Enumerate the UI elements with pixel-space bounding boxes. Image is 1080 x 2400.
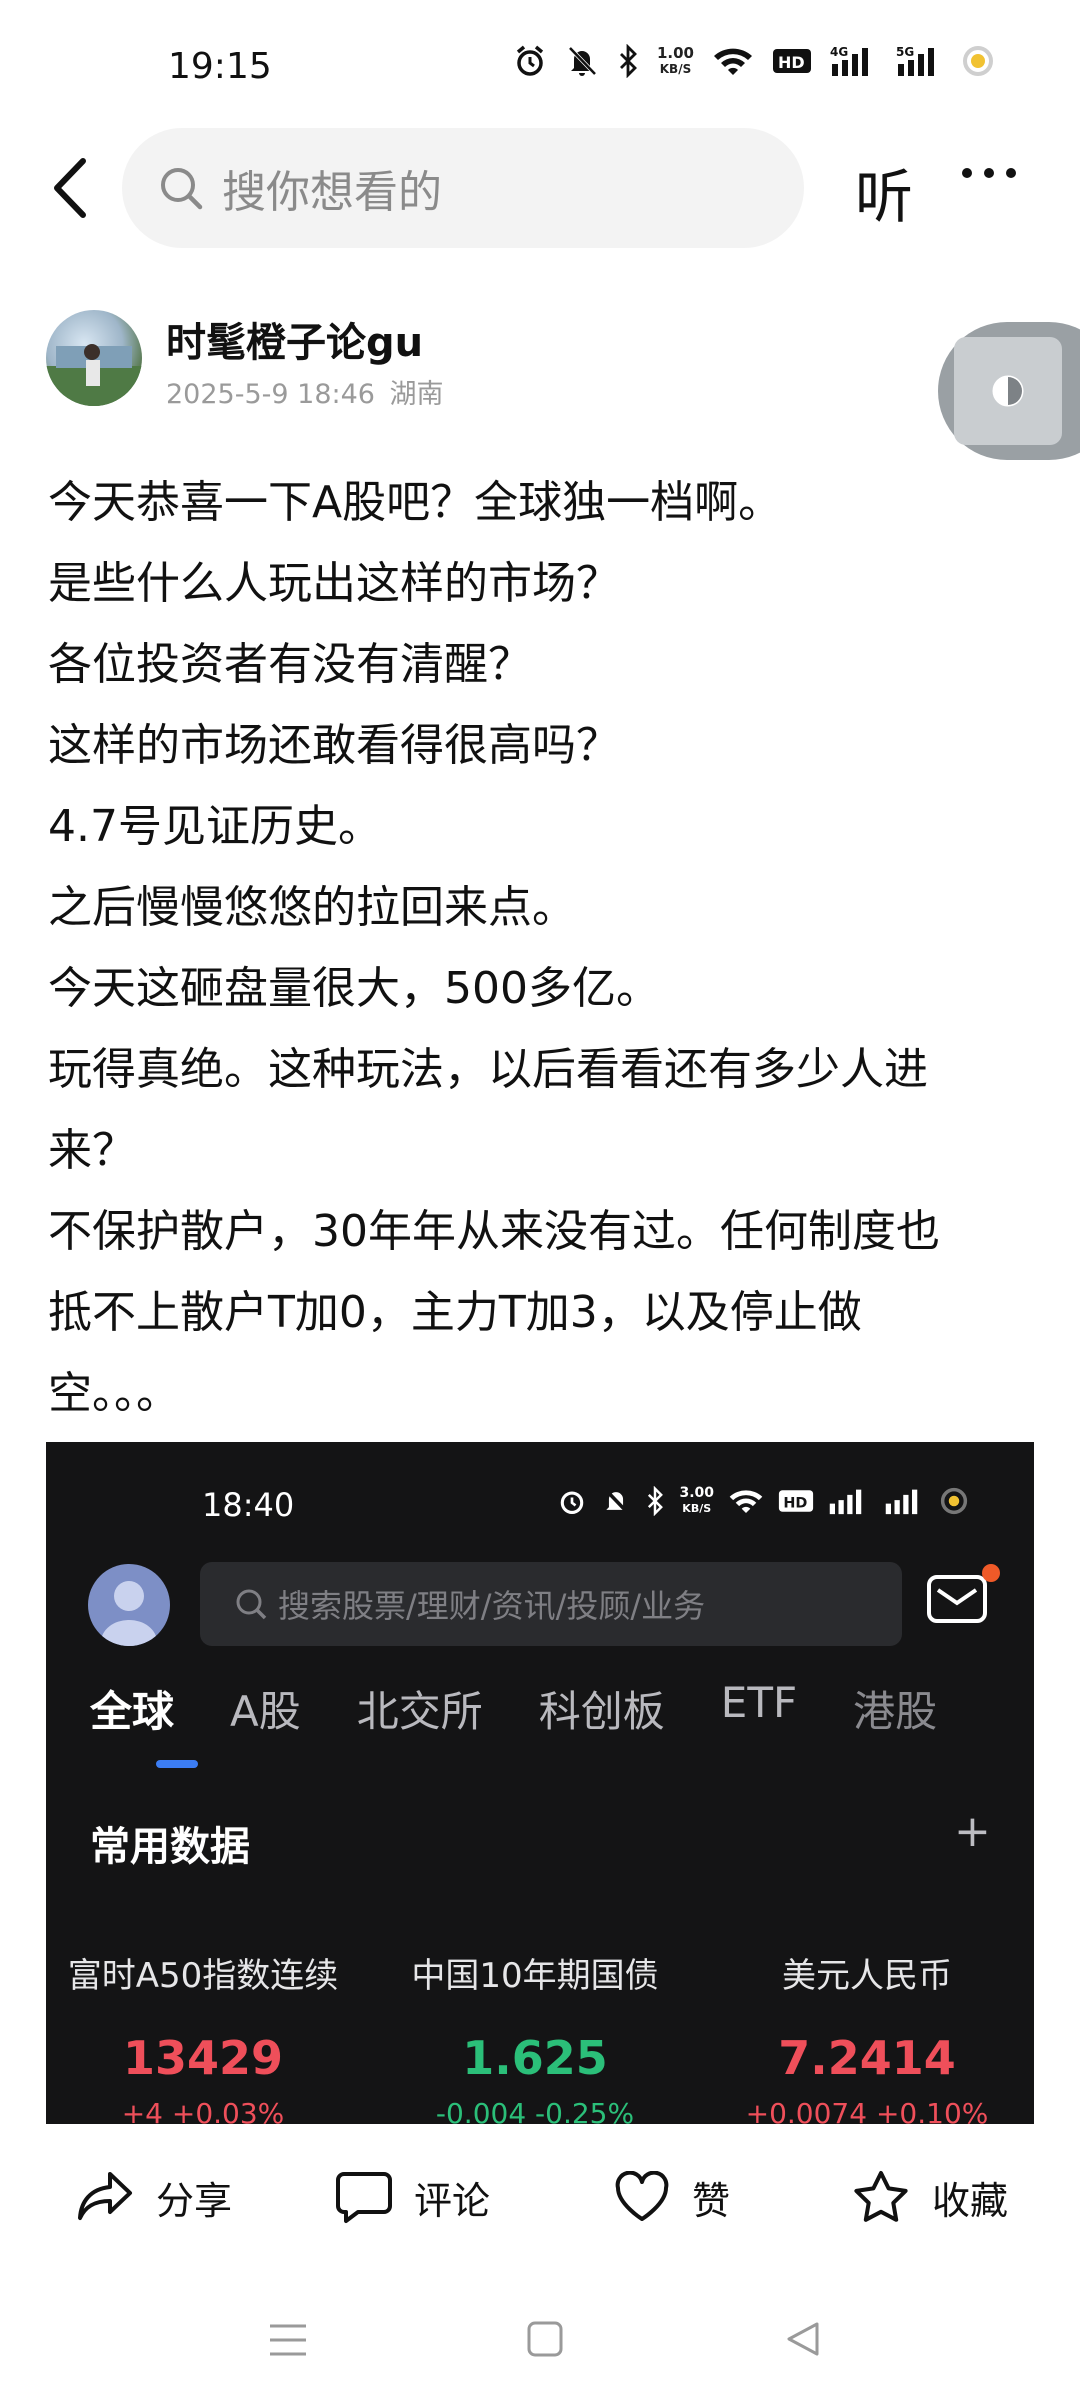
tab-star-market: 科创板 xyxy=(538,1687,665,1736)
section-title: 常用数据 xyxy=(90,1824,250,1870)
alarm-icon xyxy=(516,45,544,76)
quote-card: 美元人民币 7.2414 +0.0074 +0.10% xyxy=(712,1948,1022,2124)
post-location: 湖南 xyxy=(389,379,444,410)
share-label: 分享 xyxy=(156,2178,233,2223)
heart-icon xyxy=(615,2171,669,2221)
status-time: 19:15 xyxy=(168,46,272,87)
post-line: 今天这砸盘量很大，500多亿。 xyxy=(48,963,660,1014)
search-placeholder: 搜你想看的 xyxy=(222,167,442,218)
hd-icon: HD xyxy=(778,1490,814,1512)
mute-bell-icon xyxy=(604,1488,630,1514)
post-body: 今天恭喜一下A股吧？全球独一档啊。 是些什么人玩出这样的市场？ 各位投资者有没有… xyxy=(48,462,1038,1434)
tab-hk: 港股 xyxy=(853,1687,938,1736)
search-icon xyxy=(158,165,204,211)
battery-icon xyxy=(940,1487,968,1515)
mail-icon xyxy=(926,1574,988,1628)
battery-icon xyxy=(963,46,993,76)
action-bar: 分享 评论 赞 收藏 xyxy=(0,2132,1080,2262)
share-icon xyxy=(78,2172,132,2220)
favorite-label: 收藏 xyxy=(932,2178,1009,2223)
post-line: 是些什么人玩出这样的市场？ xyxy=(48,558,620,609)
wifi-icon xyxy=(714,48,752,75)
favorite-button[interactable]: 收藏 xyxy=(852,2169,1008,2225)
post-image[interactable]: 18:40 3.00 KB/S HD 搜索股票/理财/资讯/投顾/业务 全球 A股… xyxy=(46,1442,1034,2124)
signal-4g-icon xyxy=(829,1489,862,1515)
net-speed: 1.00 KB/S xyxy=(656,44,694,76)
quote-value: 7.2414 xyxy=(778,2031,956,2085)
wifi-icon xyxy=(729,1490,763,1513)
bluetooth-icon xyxy=(619,44,637,78)
embed-status-icons: 3.00 KB/S HD xyxy=(557,1486,968,1516)
search-icon xyxy=(236,1589,267,1620)
more-options-icon[interactable] xyxy=(962,168,1016,178)
tab-etf: ETF xyxy=(720,1678,798,1727)
embed-avatar xyxy=(88,1564,170,1646)
embed-tabs: 全球 A股 北交所 科创板 ETF 港股 xyxy=(90,1678,993,1739)
star-icon xyxy=(854,2171,908,2222)
embed-net-speed: 3.00 KB/S xyxy=(679,1485,714,1516)
listen-button[interactable]: 听 xyxy=(855,150,913,234)
bluetooth-icon xyxy=(648,1486,664,1516)
quote-name: 美元人民币 xyxy=(782,1956,952,1996)
svg-text:4G: 4G xyxy=(830,45,848,59)
share-button[interactable]: 分享 xyxy=(76,2170,232,2225)
comment-button[interactable]: 评论 xyxy=(336,2170,490,2225)
like-label: 赞 xyxy=(692,2178,731,2223)
post-meta: 2025-5-9 18:46 湖南 xyxy=(166,372,444,411)
hd-icon: HD xyxy=(773,49,811,73)
notification-dot xyxy=(982,1564,1000,1582)
home-icon[interactable] xyxy=(526,2320,564,2358)
search-input[interactable]: 搜你想看的 xyxy=(122,128,804,248)
tab-a-share: A股 xyxy=(230,1687,301,1736)
quote-value: 13429 xyxy=(122,2031,284,2085)
quote-card: 中国10年期国债 1.625 -0.004 -0.25% xyxy=(380,1948,690,2124)
avatar[interactable] xyxy=(46,310,142,406)
tab-bse: 北交所 xyxy=(356,1687,483,1736)
comment-label: 评论 xyxy=(414,2178,491,2223)
tab-global: 全球 xyxy=(90,1687,175,1736)
back-button[interactable] xyxy=(44,150,94,226)
post-line: 各位投资者有没有清醒？ xyxy=(48,639,532,690)
post-line: 4.7号见证历史。 xyxy=(48,801,382,852)
add-icon: + xyxy=(954,1806,991,1857)
comment-icon xyxy=(336,2172,392,2223)
post-line: 来？ xyxy=(48,1125,136,1176)
active-tab-indicator xyxy=(156,1760,198,1768)
quote-name: 富时A50指数连续 xyxy=(67,1956,339,1996)
embed-search-placeholder: 搜索股票/理财/资讯/投顾/业务 xyxy=(278,1587,706,1625)
like-button[interactable]: 赞 xyxy=(614,2170,730,2225)
status-icons: 1.00 KB/S HD 4G 5G xyxy=(513,44,994,78)
mute-bell-icon xyxy=(568,46,597,76)
post-line: 今天恭喜一下A股吧？全球独一档啊。 xyxy=(48,477,783,528)
post-line: 抵不上散户T加0，主力T加3，以及停止做 xyxy=(48,1287,862,1338)
svg-text:5G: 5G xyxy=(896,45,914,59)
back-arrow-icon xyxy=(54,158,86,218)
quote-change: -0.004 -0.25% xyxy=(435,2097,635,2124)
embed-status-time: 18:40 xyxy=(202,1486,295,1524)
svg-text:HD: HD xyxy=(783,1495,807,1511)
quote-card: 富时A50指数连续 13429 +4 +0.03% xyxy=(48,1948,358,2124)
post-line: 之后慢慢悠悠的拉回来点。 xyxy=(48,882,576,933)
svg-text:HD: HD xyxy=(778,53,805,72)
embed-search-input: 搜索股票/理财/资讯/投顾/业务 xyxy=(200,1562,902,1646)
alarm-icon xyxy=(561,1491,584,1515)
author-name[interactable]: 时髦橙子论gu xyxy=(166,310,423,368)
signal-4g-icon: 4G xyxy=(830,45,868,76)
quote-name: 中国10年期国债 xyxy=(411,1956,659,1996)
quote-change: +4 +0.03% xyxy=(121,2097,285,2124)
post-date: 2025-5-9 18:46 xyxy=(166,379,375,410)
signal-5g-icon xyxy=(885,1489,918,1515)
signal-5g-icon: 5G xyxy=(896,45,934,76)
quote-change: +0.0074 +0.10% xyxy=(745,2097,989,2124)
post-line: 不保护散户，30年年从来没有过。任何制度也 xyxy=(48,1206,940,1257)
floating-assist-button[interactable] xyxy=(938,322,1080,460)
system-nav-bar xyxy=(0,2300,1080,2380)
post-line: 这样的市场还敢看得很高吗？ xyxy=(48,720,620,771)
post-line: 玩得真绝。这种玩法，以后看看还有多少人进 xyxy=(48,1044,928,1095)
post-line: 空。。。 xyxy=(48,1368,180,1419)
back-nav-icon[interactable] xyxy=(784,2320,822,2358)
contrast-icon xyxy=(992,375,1024,407)
recent-apps-icon[interactable] xyxy=(268,2322,308,2358)
quote-value: 1.625 xyxy=(462,2031,608,2085)
